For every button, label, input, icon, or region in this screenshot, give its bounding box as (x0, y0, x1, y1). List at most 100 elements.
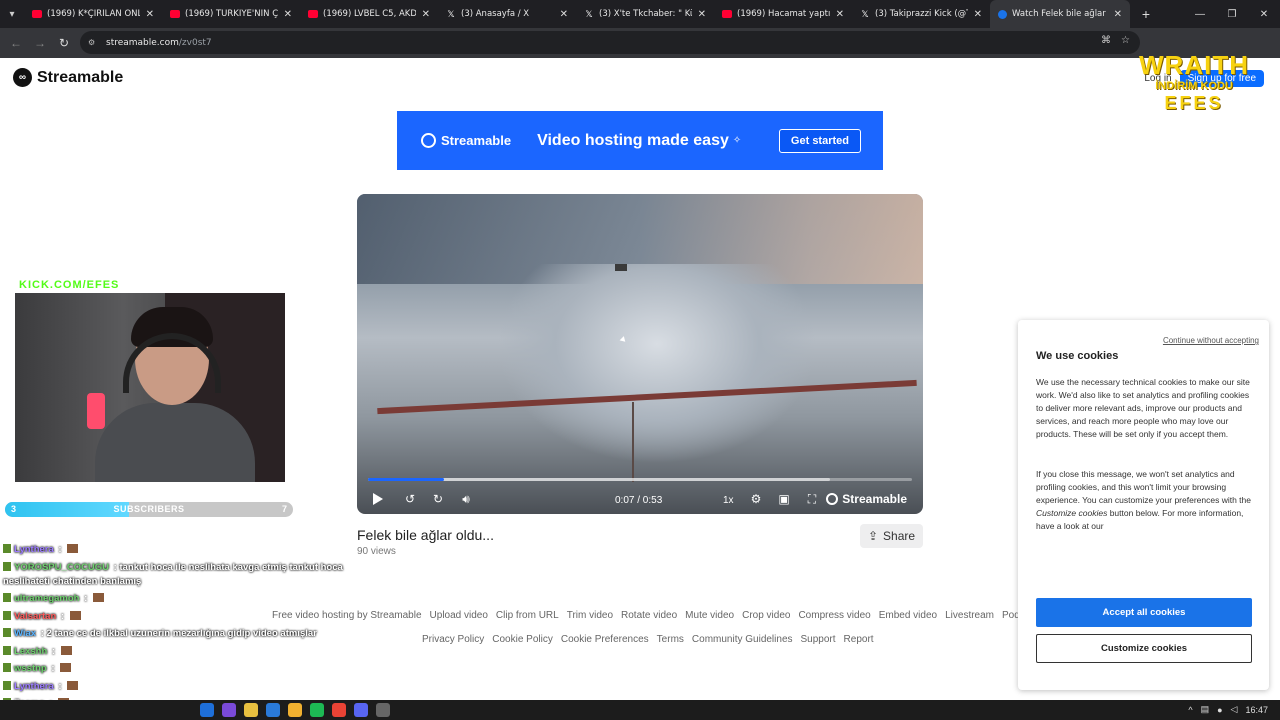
volume-icon[interactable]: 🔊︎ (457, 490, 475, 508)
continue-without-accepting-link[interactable]: Continue without accepting (1163, 336, 1259, 345)
site-info-icon[interactable]: ⚙ (88, 38, 98, 48)
chat-separator: : (48, 663, 58, 674)
browser-tab[interactable]: (1969) K*ÇIRILAN ONLYFA ✕ (24, 0, 162, 28)
chat-emote-icon (67, 544, 79, 553)
video-player[interactable]: ↺ ↻ 🔊︎ 0:07 / 0:53 1x ⚙ ▣ ⛶ Streamable (357, 194, 923, 514)
network-icon[interactable]: ▤ (1201, 704, 1210, 715)
footer-link[interactable]: Cookie Policy (492, 634, 553, 645)
player-brand-icon (826, 493, 839, 505)
chat-badge-icon (3, 663, 11, 672)
os-taskbar: ^ ▤ ● ◁ 16:47 (0, 700, 1280, 720)
customize-cookies-button[interactable]: Customize cookies (1036, 634, 1252, 663)
tab-close-icon[interactable]: ✕ (560, 9, 568, 20)
tab-close-icon[interactable]: ✕ (836, 9, 844, 20)
footer-link[interactable]: Compress video (798, 610, 870, 621)
rewind-icon[interactable]: ↺ (401, 490, 419, 508)
forward-skip-icon[interactable]: ↻ (429, 490, 447, 508)
time-display: 0:07 / 0:53 (615, 495, 663, 506)
browser-tab[interactable]: (1969) TÜRKİYE'NİN ÇÖZ ✕ (162, 0, 300, 28)
footer-link[interactable]: Embed video (879, 610, 937, 621)
back-icon[interactable]: ← (4, 36, 28, 50)
microphone-icon[interactable]: ● (1217, 705, 1222, 715)
footer-link[interactable]: Support (801, 634, 836, 645)
edge-icon[interactable] (200, 703, 214, 717)
player-brand[interactable]: Streamable (826, 492, 907, 506)
footer-link[interactable]: Report (844, 634, 874, 645)
browser-tab[interactable]: (1969) LVBEL C5, AKDO - ✕ (300, 0, 438, 28)
footer-links-secondary: Privacy Policy Cookie Policy Cookie Prefer… (422, 634, 874, 645)
chat-separator: : (81, 593, 90, 604)
footer-link[interactable]: Trim video (567, 610, 613, 621)
translate-icon[interactable]: ⌘ (1101, 35, 1111, 46)
video-frame-ship (615, 264, 627, 271)
footer-link[interactable]: Mute video (685, 610, 734, 621)
reload-icon[interactable]: ↻ (52, 36, 76, 50)
store-icon[interactable] (244, 703, 258, 717)
streamer-webcam (15, 293, 285, 482)
tab-title: (3) Takiprazzi Kick (@Taki (875, 9, 968, 19)
banner-logo: Streamable (421, 133, 511, 148)
restore-icon[interactable]: ❐ (1216, 0, 1248, 28)
chat-separator: : (38, 628, 47, 639)
play-icon[interactable] (369, 490, 387, 508)
file-explorer-icon[interactable] (288, 703, 302, 717)
app-icon[interactable] (222, 703, 236, 717)
speaker-icon[interactable]: ◁ (1231, 704, 1238, 715)
forward-icon[interactable]: → (28, 36, 52, 50)
address-bar[interactable]: ⚙ streamable.com/zv0st7 ⌘ ☆ (80, 31, 1140, 54)
url-text: streamable.com/zv0st7 (106, 37, 212, 48)
footer-link[interactable]: Clip from URL (496, 610, 559, 621)
chat-emote-icon (67, 680, 79, 690)
tab-close-icon[interactable]: ✕ (974, 9, 982, 20)
mail-icon[interactable] (266, 703, 280, 717)
discord-icon[interactable] (354, 703, 368, 717)
browser-tab[interactable]: 𝕏 (3) Anasayfa / X ✕ (438, 0, 576, 28)
banner-logo-text: Streamable (441, 133, 512, 148)
close-window-icon[interactable]: ✕ (1248, 0, 1280, 28)
browser-tab[interactable]: Watch Felek bile ağlar old ✕ (990, 0, 1130, 28)
tab-close-icon[interactable]: ✕ (1114, 9, 1122, 20)
chat-message: Wiax : 2 tane ce de ilkbal uzunerin meza… (3, 627, 343, 641)
promo-banner[interactable]: Streamable Video hosting made easy ✧ Get… (397, 111, 883, 170)
sparkle-icon: ✧ (732, 135, 742, 146)
footer-link[interactable]: Terms (657, 634, 684, 645)
settings-gear-icon[interactable]: ⚙ (747, 490, 765, 508)
footer-link[interactable]: Community Guidelines (692, 634, 793, 645)
streamable-logo[interactable]: ∞ Streamable (13, 68, 123, 87)
chat-badge-icon (3, 561, 11, 571)
seek-bar[interactable] (368, 478, 912, 481)
share-button[interactable]: ⇪ Share (860, 524, 923, 548)
tray-chevron-icon[interactable]: ^ (1188, 705, 1192, 715)
footer-link[interactable]: Cookie Preferences (561, 634, 649, 645)
bookmark-star-icon[interactable]: ☆ (1121, 35, 1130, 46)
new-tab-button[interactable]: + (1136, 6, 1156, 22)
footer-link[interactable]: Privacy Policy (422, 634, 484, 645)
tab-close-icon[interactable]: ✕ (698, 9, 706, 20)
tab-search-icon[interactable]: ▾ (0, 0, 24, 28)
browser-tab[interactable]: 𝕏 (3) Takiprazzi Kick (@Taki ✕ (852, 0, 990, 28)
tab-close-icon[interactable]: ✕ (284, 9, 292, 20)
browser-tab[interactable]: 𝕏 (3) X'te Tkchaber: " Kül ✕ (576, 0, 714, 28)
subscriber-label: SUBSCRIBERS (113, 504, 185, 514)
tab-close-icon[interactable]: ✕ (422, 9, 430, 20)
minimize-icon[interactable]: — (1184, 0, 1216, 28)
tab-close-icon[interactable]: ✕ (146, 9, 154, 20)
footer-link[interactable]: Crop video (742, 610, 790, 621)
obs-icon[interactable] (376, 703, 390, 717)
clock-time[interactable]: 16:47 (1245, 705, 1268, 715)
footer-link[interactable]: Upload video (430, 610, 488, 621)
spotify-icon[interactable] (310, 703, 324, 717)
webcam-body (95, 403, 255, 482)
player-controls: ↺ ↻ 🔊︎ 0:07 / 0:53 1x ⚙ ▣ ⛶ Streamable (357, 486, 923, 510)
playback-speed-button[interactable]: 1x (723, 495, 734, 506)
fullscreen-icon[interactable]: ⛶ (803, 490, 821, 508)
footer-link[interactable]: Livestream (945, 610, 994, 621)
get-started-button[interactable]: Get started (778, 129, 861, 153)
chrome-icon[interactable] (332, 703, 346, 717)
accept-all-cookies-button[interactable]: Accept all cookies (1036, 598, 1252, 627)
tab-title: (1969) LVBEL C5, AKDO - (323, 9, 416, 19)
footer-link[interactable]: Rotate video (621, 610, 677, 621)
chat-badge-icon (3, 610, 11, 620)
browser-tab[interactable]: (1969) Hacamat yaptırma ✕ (714, 0, 852, 28)
picture-in-picture-icon[interactable]: ▣ (775, 490, 793, 508)
